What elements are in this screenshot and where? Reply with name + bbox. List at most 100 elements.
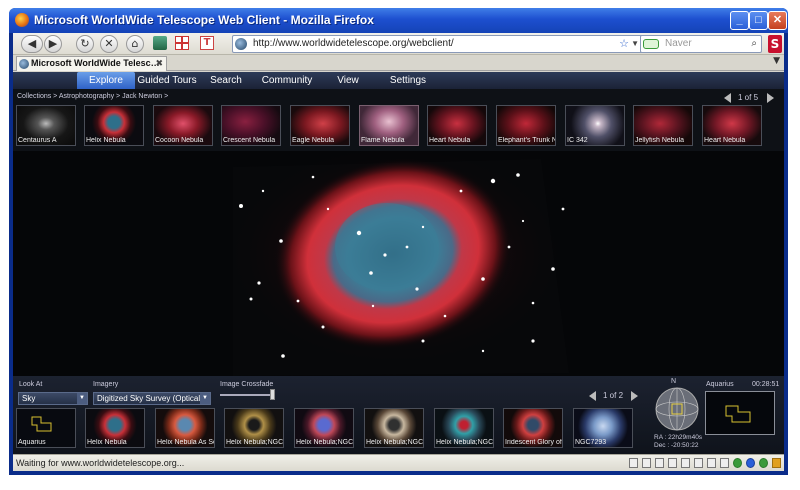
ra-readout: RA : 22h29m40s bbox=[654, 434, 703, 441]
dec-readout: Dec : -20:50:22 bbox=[654, 442, 699, 449]
result-helix-nebula-ngc-4[interactable]: Helix Nebula;NGC bbox=[434, 408, 494, 448]
next-page-icon[interactable] bbox=[767, 93, 774, 103]
tab-close-icon[interactable]: ✖ bbox=[155, 57, 163, 70]
result-helix-nebula-as-seen[interactable]: Helix Nebula As Se bbox=[155, 408, 215, 448]
thumbnail-centaurus-a[interactable]: Centaurus A bbox=[16, 105, 76, 146]
flag-icon[interactable] bbox=[175, 36, 189, 50]
globe-compass-icon[interactable] bbox=[654, 386, 700, 432]
constellation-minimap[interactable] bbox=[705, 391, 775, 435]
wwt-menu-bar: Explore Guided Tours Search Community Vi… bbox=[13, 72, 784, 89]
title-bar[interactable]: Microsoft WorldWide Telescope Web Client… bbox=[9, 8, 788, 33]
list-all-tabs-icon[interactable]: ▼ bbox=[773, 56, 780, 66]
stop-button[interactable]: ✕ bbox=[100, 35, 118, 53]
breadcrumb[interactable]: Collections > Astrophotography > Jack Ne… bbox=[17, 93, 168, 100]
home-button[interactable]: ⌂ bbox=[126, 35, 144, 53]
next-results-icon[interactable] bbox=[631, 391, 638, 401]
addon-status-green-icon[interactable] bbox=[733, 458, 742, 468]
result-helix-nebula-ngc-1[interactable]: Helix Nebula;NGC bbox=[224, 408, 284, 448]
save-icon[interactable] bbox=[655, 458, 664, 468]
crossfade-slider-handle[interactable] bbox=[270, 389, 275, 400]
url-dropdown-icon[interactable]: ▼ bbox=[631, 36, 639, 52]
result-iridescent-glory[interactable]: Iridescent Glory of bbox=[503, 408, 563, 448]
imagery-value: Digitized Sky Survey (Optical) bbox=[97, 394, 203, 403]
browser-content: ◀ ▶ ↻ ✕ ⌂ T http://www.worldwidetelescop… bbox=[13, 33, 784, 471]
security-icon[interactable] bbox=[720, 458, 729, 468]
search-box[interactable]: Naver ⌕ bbox=[640, 35, 762, 53]
prev-page-icon[interactable] bbox=[724, 93, 731, 103]
imagery-dropdown[interactable]: Digitized Sky Survey (Optical) ▼ bbox=[93, 392, 211, 405]
addon-s-button[interactable]: S bbox=[768, 35, 782, 53]
download-icon[interactable] bbox=[694, 458, 703, 468]
forward-button[interactable]: ▶ bbox=[44, 35, 62, 53]
address-bar[interactable]: http://www.worldwidetelescope.org/webcli… bbox=[232, 35, 644, 53]
text-size-icon[interactable] bbox=[707, 458, 716, 468]
thumbnail-cocoon-nebula[interactable]: Cocoon Nebula bbox=[153, 105, 213, 146]
tab-favicon bbox=[19, 59, 29, 69]
look-at-chevron-down-icon[interactable]: ▼ bbox=[77, 393, 87, 404]
thumbnail-flame-nebula[interactable]: Flame Nebula bbox=[359, 105, 419, 146]
maximize-button[interactable]: □ bbox=[749, 11, 768, 30]
thumbnail-eagle-nebula[interactable]: Eagle Nebula bbox=[290, 105, 350, 146]
control-panel: Look At Sky ▼ Imagery Digitized Sky Surv… bbox=[13, 376, 784, 454]
status-bar: Waiting for www.worldwidetelescope.org..… bbox=[13, 454, 784, 471]
crossfade-label: Image Crossfade bbox=[220, 381, 274, 388]
menu-view[interactable]: View bbox=[331, 72, 365, 89]
navigation-toolbar: ◀ ▶ ↻ ✕ ⌂ T http://www.worldwidetelescop… bbox=[13, 33, 784, 55]
minimize-button[interactable]: _ bbox=[730, 11, 749, 30]
search-engine-icon[interactable] bbox=[643, 39, 659, 49]
page-icon[interactable] bbox=[629, 458, 638, 468]
menu-settings[interactable]: Settings bbox=[383, 72, 433, 89]
status-text: Waiting for www.worldwidetelescope.org..… bbox=[16, 458, 185, 468]
adblock-icon[interactable] bbox=[759, 458, 768, 468]
result-helix-nebula[interactable]: Helix Nebula bbox=[85, 408, 145, 448]
helix-nebula-image[interactable] bbox=[13, 151, 784, 376]
reload-button[interactable]: ↻ bbox=[76, 35, 94, 53]
result-helix-nebula-ngc-2[interactable]: Helix Nebula;NGC bbox=[294, 408, 354, 448]
menu-search[interactable]: Search bbox=[203, 72, 249, 89]
bookmark-star-icon[interactable]: ☆ bbox=[619, 36, 629, 52]
crossfade-track[interactable] bbox=[220, 394, 275, 396]
result-ngc7293[interactable]: NGC7293 bbox=[573, 408, 633, 448]
firefox-icon bbox=[15, 13, 29, 27]
translate-icon[interactable]: T bbox=[200, 36, 214, 50]
extra-addon-icon[interactable] bbox=[772, 458, 781, 468]
menu-community[interactable]: Community bbox=[259, 72, 315, 89]
result-aquarius[interactable]: Aquarius bbox=[16, 408, 76, 448]
thumbnail-heart-nebula-2[interactable]: Heart Nebula bbox=[702, 105, 762, 146]
copy-icon[interactable] bbox=[681, 458, 690, 468]
constellation-name: Aquarius bbox=[706, 381, 734, 388]
sky-view[interactable] bbox=[13, 151, 784, 376]
close-button[interactable]: ✕ bbox=[768, 11, 787, 30]
tab-worldwide-telescope[interactable]: Microsoft WorldWide Telesc… ✖ bbox=[16, 56, 167, 71]
url-text[interactable]: http://www.worldwidetelescope.org/webcli… bbox=[253, 36, 454, 52]
look-at-label: Look At bbox=[19, 381, 43, 388]
thumbnail-crescent-nebula[interactable]: Crescent Nebula bbox=[221, 105, 281, 146]
imagery-label: Imagery bbox=[93, 381, 119, 388]
prev-results-icon[interactable] bbox=[589, 391, 596, 401]
thumbnail-jellyfish-nebula[interactable]: Jellyfish Nebula bbox=[633, 105, 693, 146]
back-button[interactable]: ◀ bbox=[21, 35, 43, 53]
send-icon[interactable] bbox=[668, 458, 677, 468]
info-icon[interactable] bbox=[746, 458, 755, 468]
thumbnail-helix-nebula[interactable]: Helix Nebula bbox=[84, 105, 144, 146]
compass-north: N bbox=[671, 378, 677, 385]
menu-guided-tours[interactable]: Guided Tours bbox=[137, 72, 197, 89]
search-icon[interactable]: ⌕ bbox=[751, 36, 757, 52]
collection-thumbnails: Centaurus A Helix Nebula Cocoon Nebula C… bbox=[13, 105, 784, 147]
wwt-app: Explore Guided Tours Search Community Vi… bbox=[13, 72, 784, 454]
menu-explore[interactable]: Explore bbox=[77, 72, 135, 89]
window-title: Microsoft WorldWide Telescope Web Client… bbox=[34, 13, 374, 27]
thumbnail-elephants-trunk[interactable]: Elephant's Trunk N bbox=[496, 105, 556, 146]
look-at-value: Sky bbox=[22, 394, 36, 403]
thumbnail-heart-nebula[interactable]: Heart Nebula bbox=[427, 105, 487, 146]
site-identity-icon[interactable] bbox=[235, 38, 247, 50]
print-icon[interactable] bbox=[642, 458, 651, 468]
result-helix-nebula-ngc-3[interactable]: Helix Nebula;NGC bbox=[364, 408, 424, 448]
tab-bar: Microsoft WorldWide Telesc… ✖ ▼ bbox=[13, 56, 784, 71]
thumbnail-ic-342[interactable]: IC 342 bbox=[565, 105, 625, 146]
bottom-pager: 1 of 2 bbox=[603, 391, 624, 400]
imagery-chevron-down-icon[interactable]: ▼ bbox=[200, 393, 210, 404]
addon-icon[interactable] bbox=[153, 36, 167, 50]
look-at-dropdown[interactable]: Sky ▼ bbox=[18, 392, 88, 405]
tab-title: Microsoft WorldWide Telesc… bbox=[31, 58, 160, 68]
